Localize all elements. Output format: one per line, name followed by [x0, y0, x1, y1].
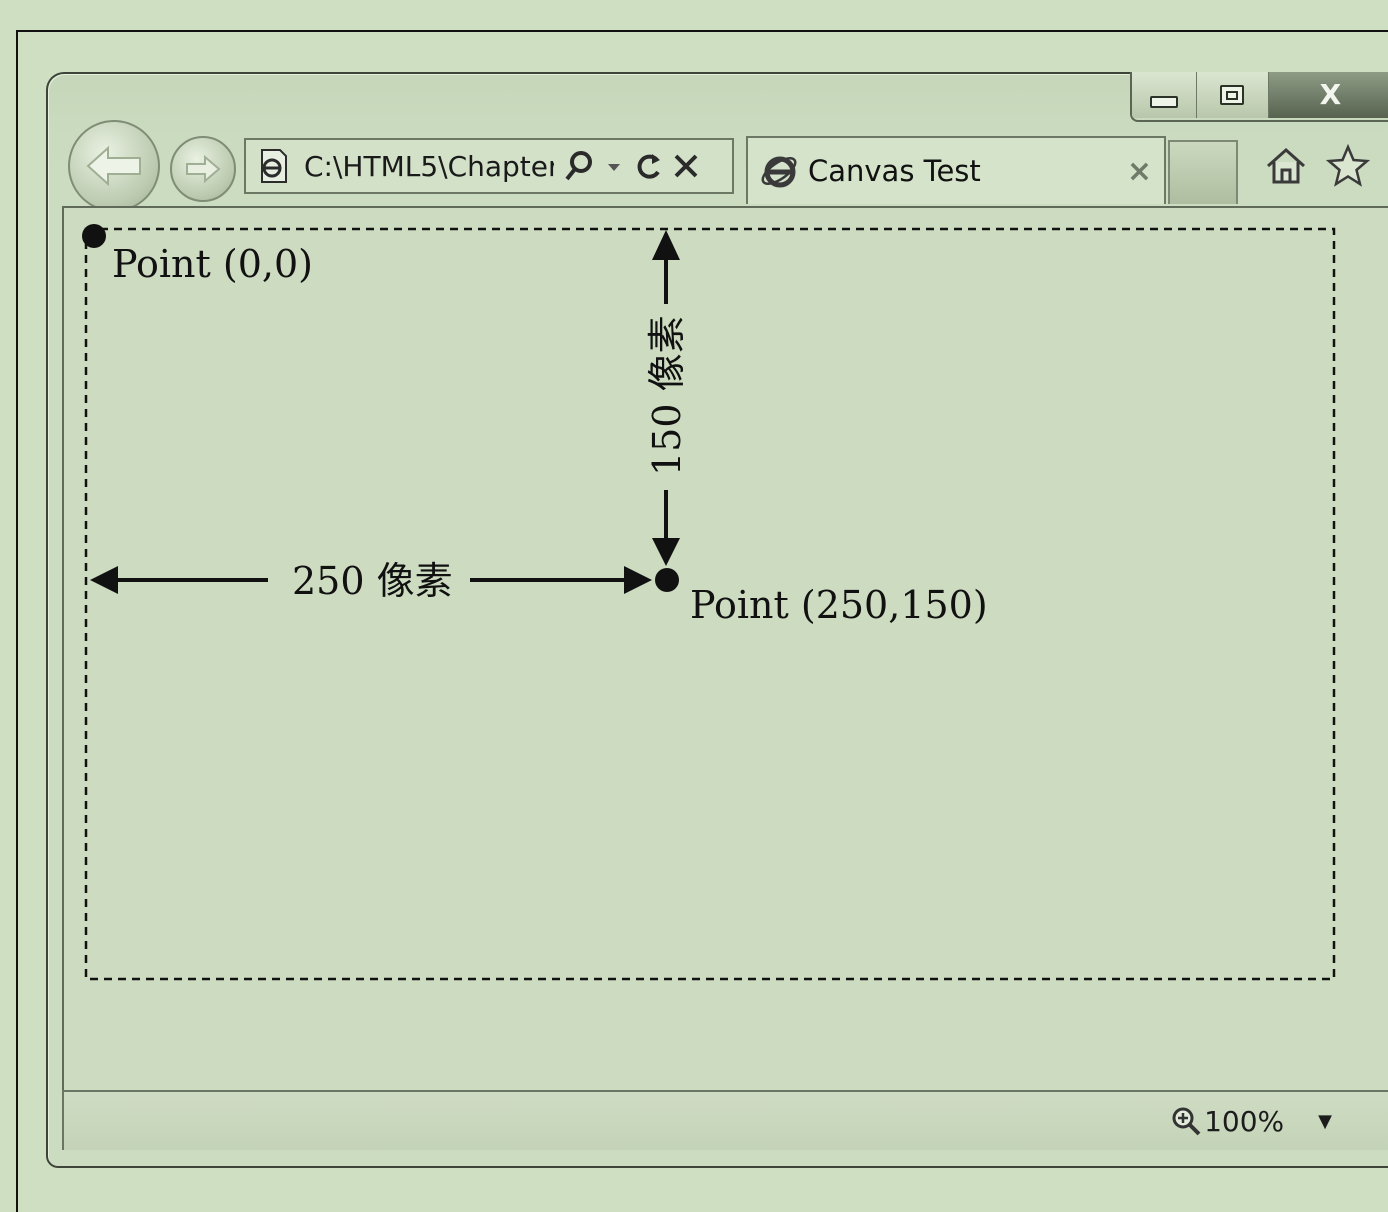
vertical-distance-label: 150 像素	[645, 315, 689, 476]
origin-label: Point (0,0)	[112, 242, 313, 286]
horizontal-arrowhead-right	[624, 566, 652, 594]
horizontal-arrowhead-left	[90, 566, 118, 594]
horizontal-distance-label: 250 像素	[292, 559, 453, 603]
vertical-arrowhead-up	[652, 230, 680, 260]
target-point	[655, 568, 679, 592]
vertical-arrowhead-down	[652, 538, 680, 566]
target-label: Point (250,150)	[690, 583, 988, 627]
canvas-diagram: Point (0,0) Point (250,150) 250 像素 150 像…	[82, 224, 1336, 981]
origin-point	[82, 224, 106, 248]
